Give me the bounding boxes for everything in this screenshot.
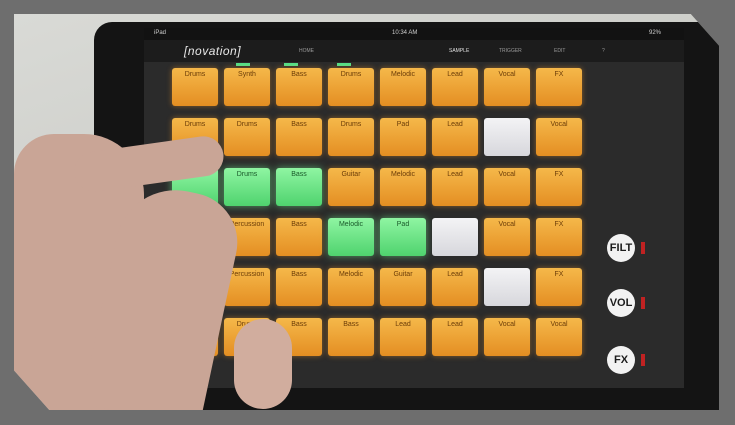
pad[interactable]: FX [536,268,582,306]
column-indicator [337,63,351,66]
novation-logo: [novation] [184,44,242,58]
pad[interactable]: Guitar [380,268,426,306]
nav-edit[interactable]: EDIT [554,48,565,54]
pad[interactable]: Drums [328,68,374,106]
pad[interactable]: FX [536,168,582,206]
fx-button[interactable]: FX [607,346,635,374]
pad[interactable]: Melodic [328,218,374,256]
nav-bar: [novation] HOME SAMPLE TRIGGER EDIT ? [144,40,684,62]
battery-label: 92% [649,30,662,36]
nav-home[interactable]: HOME [299,48,314,54]
pad[interactable]: Synth [224,68,270,106]
pad[interactable]: Pad [380,218,426,256]
pad[interactable]: Melodic [328,268,374,306]
app-screen: iPad 10:34 AM 92% [novation] HOME SAMPLE… [144,28,684,388]
pad[interactable]: Drums [328,118,374,156]
pad[interactable]: Bass [276,168,322,206]
pad[interactable]: Vocal [484,168,530,206]
pad[interactable]: Bass [276,118,322,156]
pad[interactable]: Vocal [484,218,530,256]
clock: 10:34 AM [392,30,418,36]
pad[interactable]: Lead [432,168,478,206]
pad[interactable]: Bass [276,218,322,256]
pad[interactable]: Bass [276,68,322,106]
pad[interactable]: Bass [276,268,322,306]
pad[interactable]: Guitar [328,168,374,206]
pad[interactable]: Lead [432,68,478,106]
finger-tip [234,319,292,409]
pad[interactable]: Lead [432,268,478,306]
pad[interactable]: Drums [224,118,270,156]
pad[interactable]: Vocal [536,118,582,156]
pad[interactable] [432,218,478,256]
pad[interactable]: Melodic [380,68,426,106]
pad[interactable]: Vocal [484,68,530,106]
status-bar: iPad 10:34 AM 92% [144,28,684,40]
pad[interactable]: Lead [380,318,426,356]
fx-level-indicator [641,354,645,366]
device-label: iPad [154,30,167,36]
column-indicator [236,63,250,66]
volume-button[interactable]: VOL [607,289,635,317]
volume-level-indicator [641,297,645,309]
photo-frame: iPad 10:34 AM 92% [novation] HOME SAMPLE… [0,0,735,425]
pad[interactable]: FX [536,68,582,106]
pad[interactable]: Lead [432,118,478,156]
pad[interactable]: FX [536,218,582,256]
pad[interactable]: Pad [380,118,426,156]
pad[interactable]: Vocal [536,318,582,356]
photo: iPad 10:34 AM 92% [novation] HOME SAMPLE… [14,14,719,410]
pad[interactable]: Drums [172,68,218,106]
pad[interactable] [484,118,530,156]
pad[interactable]: Vocal [484,318,530,356]
nav-sample[interactable]: SAMPLE [449,48,469,54]
pad[interactable]: Melodic [380,168,426,206]
filter-button[interactable]: FILT [607,234,635,262]
nav-trigger[interactable]: TRIGGER [499,48,522,54]
pad[interactable] [484,268,530,306]
column-indicator [284,63,298,66]
pad[interactable]: Bass [328,318,374,356]
nav-help[interactable]: ? [602,48,605,54]
pad[interactable]: Drums [224,168,270,206]
filter-level-indicator [641,242,645,254]
pad[interactable]: Lead [432,318,478,356]
